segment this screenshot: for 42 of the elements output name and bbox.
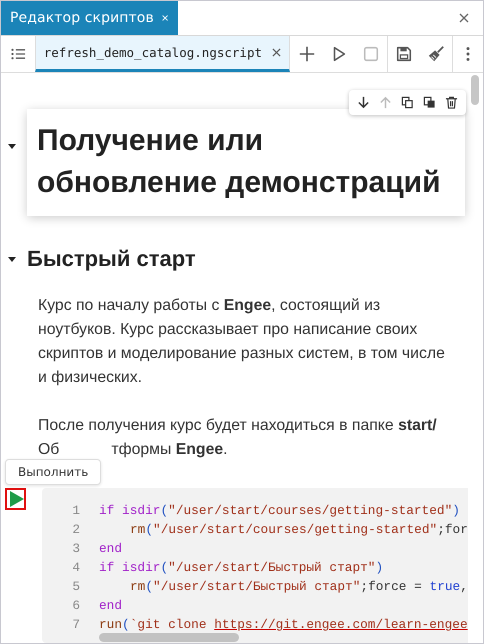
paragraph-line: После получения курс будет находиться в папке start/ [38,416,438,436]
code-line: rm("/user/start/Быстрый старт";force = true, [129,578,468,596]
save-icon[interactable] [395,45,413,63]
trash-icon[interactable] [445,96,458,109]
subheading: Быстрый старт [27,246,196,272]
heading: Получение или обновление демонстраций [37,123,442,201]
close-icon[interactable] [272,48,281,57]
caret-icon[interactable] [7,254,17,264]
paragraph: Курс по началу работы с Engee, состоящий из ноутбуков. Курс рассказывает про написание своих скриптов и моделирование разных систем, в том числе и физических. [38,296,446,388]
tooltip: Выполнить [5,459,102,485]
code-line: if isdir("/user/start/Быстрый старт") [99,559,384,577]
code-line: run(`git clone https://git.engee.com/learn-engee [99,616,468,634]
file-name: refresh_demo_catalog.ngscript [44,45,262,60]
close-icon[interactable] [459,13,469,23]
copy-icon[interactable] [401,96,414,109]
brush-icon[interactable] [427,45,445,63]
plus-icon[interactable] [298,45,316,63]
code-line: end [99,597,122,615]
more-icon[interactable] [465,45,471,63]
code-line: rm("/user/start/courses/getting-started";for [129,521,468,539]
scrollbar[interactable] [471,75,479,105]
scrollbar[interactable] [99,633,239,642]
close-icon[interactable] [162,13,168,23]
caret-icon[interactable] [7,141,17,151]
line-number: 1 [71,502,80,520]
copy-icon[interactable] [423,96,436,109]
arrow-down-icon[interactable] [357,96,370,109]
paragraph-fragment: тформы Engee. [111,440,228,460]
panel-tab[interactable]: Редактор скриптов [1,1,178,35]
code-editor[interactable] [42,488,468,643]
file-tab[interactable]: refresh_demo_catalog.ngscript [34,36,290,72]
line-number: 7 [71,616,80,634]
line-number: 4 [71,559,80,577]
code-line: end [99,540,122,558]
code-line: if isdir("/user/start/courses/getting-started") [99,502,460,520]
line-number: 2 [71,521,80,539]
line-number: 3 [71,540,80,558]
panel-title: Редактор скриптов [10,10,154,26]
paragraph-fragment: Об [38,440,60,460]
line-number: 6 [71,597,80,615]
line-number: 5 [71,578,80,596]
run-button[interactable] [5,488,26,510]
